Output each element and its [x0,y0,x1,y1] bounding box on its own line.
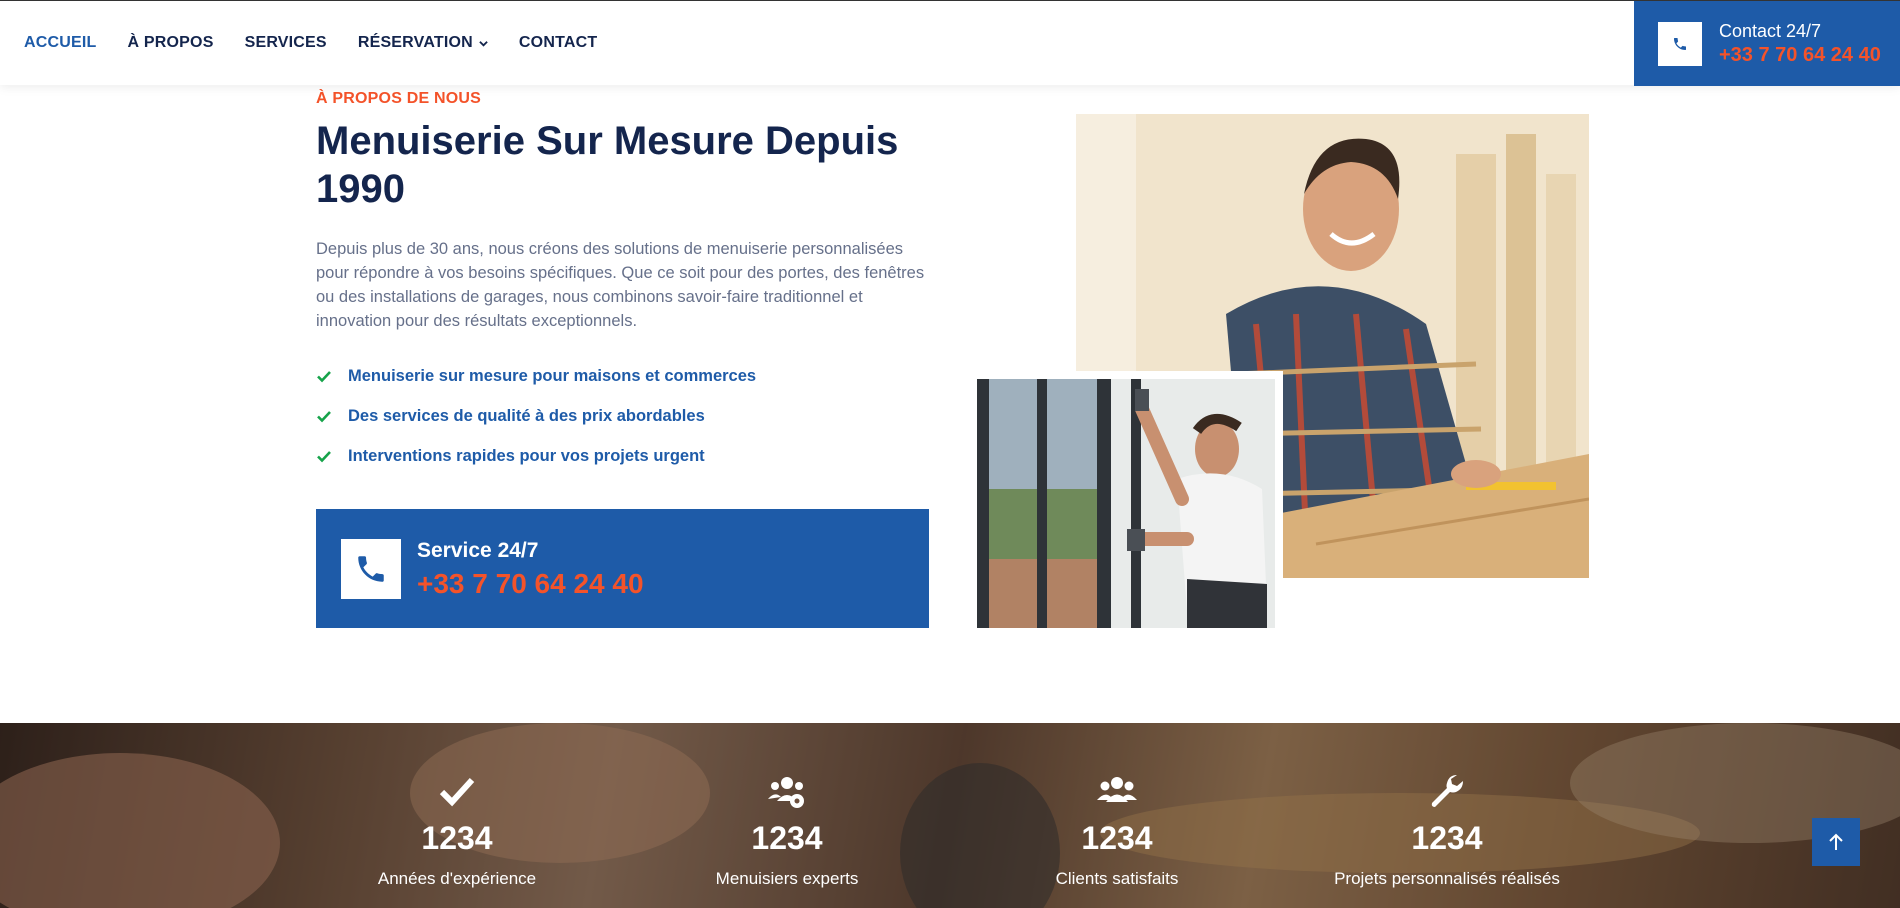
phone-icon [1674,37,1686,50]
service-label: Service 24/7 [417,538,539,562]
nav-item-services[interactable]: SERVICES [245,34,327,52]
feature-text: Des services de qualité à des prix abord… [348,406,705,425]
header-contact-block[interactable]: Contact 24/7 +33 7 70 64 24 40 [1634,1,1900,86]
feature-text: Interventions rapides pour vos projets u… [348,446,705,465]
stat-item-clients: 1234 Clients satisfaits [952,723,1282,908]
stat-label: Années d'expérience [377,869,537,888]
nav-item-label: ACCUEIL [24,34,97,51]
stat-item-experts: 1234 Menuisiers experts [622,723,952,908]
check-icon [317,371,331,383]
nav-item-label: SERVICES [244,34,327,51]
users-icon [1097,777,1137,802]
feature-item: Des services de qualité à des prix abord… [316,396,756,436]
feature-text: Menuiserie sur mesure pour maisons et co… [348,366,757,385]
arrow-up-icon [1829,833,1843,850]
chevron-down-icon [479,40,488,47]
nav-item-a-propos[interactable]: À PROPOS [128,34,214,52]
nav-item-label: RÉSERVATION [357,34,473,51]
feature-item: Interventions rapides pour vos projets u… [316,436,756,476]
nav-item-accueil[interactable]: ACCUEIL [24,34,97,52]
stat-value: 1234 [1081,820,1153,856]
phone-icon-box [341,538,401,599]
stat-value: 1234 [751,820,823,856]
stat-label: Menuisiers experts [715,869,859,888]
stat-item-experience: 1234 Années d'expérience [292,723,622,908]
nav-item-contact[interactable]: CONTACT [519,34,597,52]
feature-list: Menuiserie sur mesure pour maisons et co… [316,356,756,476]
stat-label: Projets personnalisés réalisés [1334,869,1560,888]
contact-label: Contact 24/7 [1719,20,1822,41]
nav-item-label: CONTACT [518,34,598,51]
stat-item-projects: 1234 Projets personnalisés réalisés [1282,723,1612,908]
phone-icon [358,555,384,582]
check-icon [439,777,475,807]
contact-phone-number[interactable]: +33 7 70 64 24 40 [1719,42,1881,68]
check-icon [317,451,331,463]
window-installer-illustration [977,379,1275,628]
section-title: Menuiserie Sur Mesure Depuis 1990 [316,119,899,211]
stat-value: 1234 [1411,820,1483,856]
service-contact-box[interactable]: Service 24/7 +33 7 70 64 24 40 [316,509,929,628]
wrench-icon [1431,775,1463,807]
stat-label: Clients satisfaits [1055,869,1179,888]
nav-item-label: À PROPOS [127,34,214,51]
section-description: Depuis plus de 30 ans, nous créons des s… [316,240,925,330]
section-kicker: À PROPOS DE NOUS [316,90,482,107]
top-navbar: ACCUEIL À PROPOS SERVICES RÉSERVATION CO… [0,0,1900,86]
stats-band: 1234 Années d'expérience 1234 Menuisiers… [0,723,1900,908]
phone-icon-box [1658,21,1702,66]
check-icon [317,411,331,423]
nav-menu: ACCUEIL À PROPOS SERVICES RÉSERVATION CO… [24,1,628,85]
stat-value: 1234 [421,820,493,856]
users-gear-icon [768,777,804,808]
back-to-top-button[interactable] [1812,818,1860,866]
nav-item-reservation[interactable]: RÉSERVATION [358,34,488,52]
window-installer-photo [977,379,1275,628]
feature-item: Menuiserie sur mesure pour maisons et co… [316,356,756,396]
service-phone-number[interactable]: +33 7 70 64 24 40 [417,566,644,602]
